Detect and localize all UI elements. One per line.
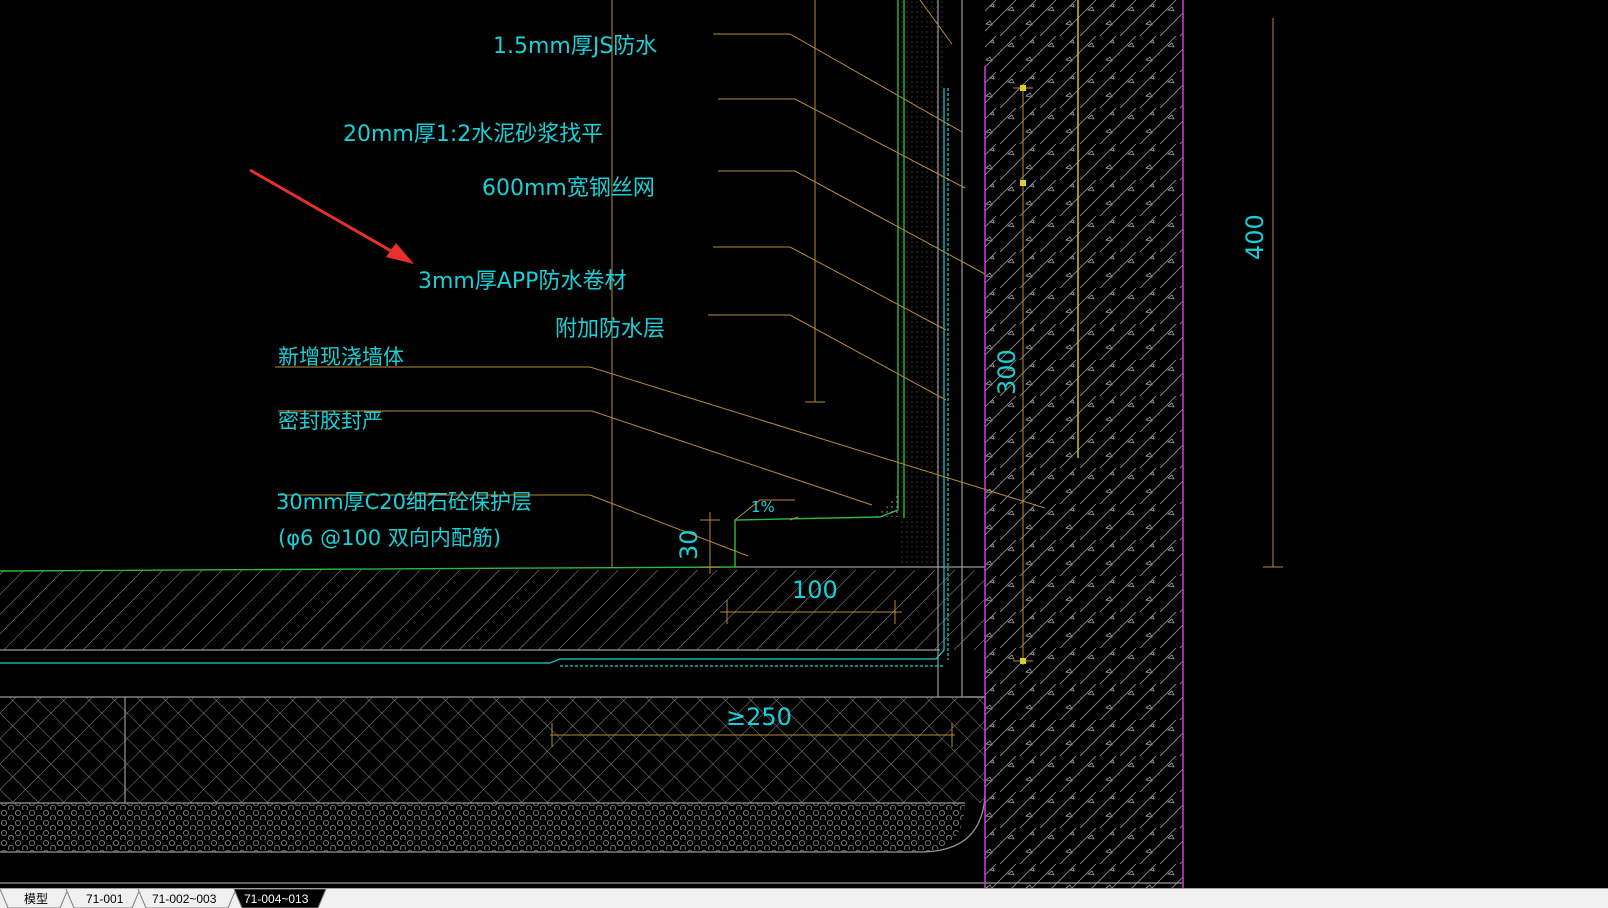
label-wire-mesh: 600mm宽钢丝网 bbox=[482, 176, 655, 201]
label-new-wall: 新增现浇墙体 bbox=[278, 345, 404, 369]
tab-71-001[interactable]: 71-001 bbox=[65, 889, 141, 908]
tab-71-004-013[interactable]: 71-004~013 bbox=[233, 889, 327, 908]
sealant-fill bbox=[872, 490, 898, 517]
annotation-arrow-icon bbox=[249, 168, 414, 264]
dim-250: ≥250 bbox=[726, 703, 792, 731]
base-layer-crosshatch bbox=[0, 697, 985, 803]
label-app-membrane: 3mm厚APP防水卷材 bbox=[418, 269, 626, 294]
gravel-layer bbox=[0, 803, 965, 852]
tab-71-004-013-label: 71-004~013 bbox=[244, 892, 309, 906]
tab-model[interactable]: 模型 bbox=[0, 889, 69, 908]
tab-71-002-003-label: 71-002~003 bbox=[152, 892, 217, 906]
label-mortar: 20mm厚1:2水泥砂浆找平 bbox=[343, 122, 603, 147]
label-protect-rebar: (φ6 @100 双向内配筋) bbox=[278, 526, 501, 550]
concrete-wall-right bbox=[985, 0, 1183, 888]
label-protect-layer: 30mm厚C20细石砼保护层 bbox=[276, 490, 532, 514]
slope-label: 1% bbox=[751, 498, 775, 516]
tab-71-001-label: 71-001 bbox=[86, 892, 124, 906]
reference-lines bbox=[611, 0, 825, 568]
dim-100: 100 bbox=[792, 576, 838, 604]
tab-model-label: 模型 bbox=[24, 892, 48, 906]
layout-tab-bar: 模型 71-001 71-002~003 71-004~013 bbox=[0, 888, 1608, 908]
label-extra-layer: 附加防水层 bbox=[555, 317, 665, 342]
dim-300: 300 bbox=[993, 349, 1021, 395]
label-js-waterproof: 1.5mm厚JS防水 bbox=[493, 34, 657, 59]
tab-71-002-003[interactable]: 71-002~003 bbox=[137, 889, 237, 908]
dim-30: 30 bbox=[675, 529, 703, 560]
dim-400: 400 bbox=[1241, 214, 1269, 260]
label-sealant: 密封胶封严 bbox=[278, 409, 383, 433]
cad-drawing-canvas[interactable]: 1.5mm厚JS防水 20mm厚1:2水泥砂浆找平 600mm宽钢丝网 3mm厚… bbox=[0, 0, 1608, 888]
